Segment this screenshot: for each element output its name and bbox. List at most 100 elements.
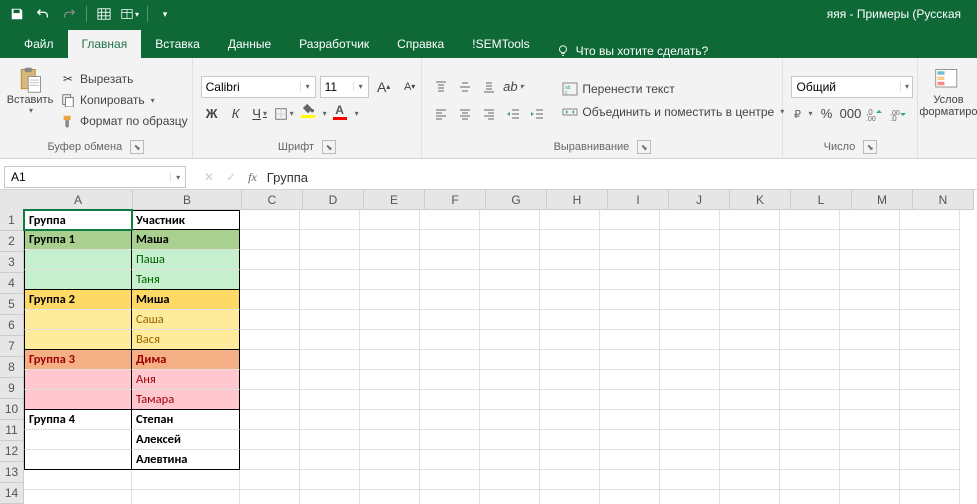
col-header-B[interactable]: B: [133, 190, 242, 210]
row-header-3[interactable]: 3: [0, 252, 24, 273]
cell-A11[interactable]: Группа 4: [24, 410, 132, 430]
cell-I12[interactable]: [600, 430, 660, 450]
cell-F7[interactable]: [420, 330, 480, 350]
cell-H4[interactable]: [540, 270, 600, 290]
cell-J10[interactable]: [660, 390, 720, 410]
cell-G9[interactable]: [480, 370, 540, 390]
cell-I14[interactable]: [600, 470, 660, 490]
row-header-14[interactable]: 14: [0, 483, 24, 504]
cell-G11[interactable]: [480, 410, 540, 430]
cell-E5[interactable]: [360, 290, 420, 310]
cell-C5[interactable]: [240, 290, 300, 310]
cell-H14[interactable]: [540, 470, 600, 490]
cell-D13[interactable]: [300, 450, 360, 470]
cell-L8[interactable]: [780, 350, 840, 370]
cell-H2[interactable]: [540, 230, 600, 250]
tab-файл[interactable]: Файл: [10, 30, 68, 58]
cell-K15[interactable]: [720, 490, 780, 504]
cell-H8[interactable]: [540, 350, 600, 370]
select-all-corner[interactable]: [0, 190, 25, 211]
cell-N1[interactable]: [900, 210, 960, 230]
font-size-combo[interactable]: ▾: [320, 76, 369, 98]
cell-D1[interactable]: [300, 210, 360, 230]
cell-K5[interactable]: [720, 290, 780, 310]
cell-I2[interactable]: [600, 230, 660, 250]
cell-C4[interactable]: [240, 270, 300, 290]
cell-G13[interactable]: [480, 450, 540, 470]
cell-M1[interactable]: [840, 210, 900, 230]
col-header-D[interactable]: D: [303, 190, 364, 210]
cell-A13[interactable]: [24, 450, 132, 470]
cell-J5[interactable]: [660, 290, 720, 310]
cell-I13[interactable]: [600, 450, 660, 470]
cell-D15[interactable]: [300, 490, 360, 504]
cell-N12[interactable]: [900, 430, 960, 450]
cell-N6[interactable]: [900, 310, 960, 330]
cell-J2[interactable]: [660, 230, 720, 250]
tab-!semtools[interactable]: !SEMTools: [458, 30, 543, 58]
cell-C2[interactable]: [240, 230, 300, 250]
cell-B10[interactable]: Тамара: [132, 390, 240, 410]
cell-E11[interactable]: [360, 410, 420, 430]
cell-I6[interactable]: [600, 310, 660, 330]
cell-N4[interactable]: [900, 270, 960, 290]
cell-M11[interactable]: [840, 410, 900, 430]
cell-A5[interactable]: Группа 2: [24, 290, 132, 310]
cell-F8[interactable]: [420, 350, 480, 370]
accounting-format-icon[interactable]: ₽▾: [791, 103, 813, 125]
col-header-M[interactable]: M: [852, 190, 913, 210]
cell-F4[interactable]: [420, 270, 480, 290]
cell-B9[interactable]: Аня: [132, 370, 240, 390]
cell-D12[interactable]: [300, 430, 360, 450]
cell-B15[interactable]: [132, 490, 240, 504]
cell-H3[interactable]: [540, 250, 600, 270]
row-header-4[interactable]: 4: [0, 273, 24, 294]
cell-K3[interactable]: [720, 250, 780, 270]
cell-G7[interactable]: [480, 330, 540, 350]
row-header-7[interactable]: 7: [0, 336, 24, 357]
cell-D10[interactable]: [300, 390, 360, 410]
cell-C11[interactable]: [240, 410, 300, 430]
cell-E9[interactable]: [360, 370, 420, 390]
cell-D11[interactable]: [300, 410, 360, 430]
cell-B1[interactable]: Участник: [132, 210, 240, 230]
cell-I9[interactable]: [600, 370, 660, 390]
cell-K9[interactable]: [720, 370, 780, 390]
orientation-icon[interactable]: ab▾: [502, 76, 524, 98]
cancel-formula-icon[interactable]: ✕: [204, 170, 214, 184]
copy-button[interactable]: Копировать▾: [58, 91, 190, 109]
cell-A15[interactable]: [24, 490, 132, 504]
font-color-button[interactable]: А: [329, 103, 351, 125]
cell-C12[interactable]: [240, 430, 300, 450]
row-header-2[interactable]: 2: [0, 231, 24, 252]
cell-E10[interactable]: [360, 390, 420, 410]
font-name-combo[interactable]: ▾: [201, 76, 316, 98]
cell-D4[interactable]: [300, 270, 360, 290]
wrap-text-button[interactable]: abcПеренести текст: [560, 80, 786, 98]
cell-N13[interactable]: [900, 450, 960, 470]
cell-M6[interactable]: [840, 310, 900, 330]
cell-N3[interactable]: [900, 250, 960, 270]
cell-E1[interactable]: [360, 210, 420, 230]
paste-button[interactable]: Вставить ▾: [8, 62, 52, 138]
cell-D2[interactable]: [300, 230, 360, 250]
cell-B5[interactable]: Миша: [132, 290, 240, 310]
cell-K6[interactable]: [720, 310, 780, 330]
cell-C3[interactable]: [240, 250, 300, 270]
cell-L14[interactable]: [780, 470, 840, 490]
format-painter-button[interactable]: Формат по образцу: [58, 112, 190, 130]
cell-G15[interactable]: [480, 490, 540, 504]
number-format-combo[interactable]: ▾: [791, 76, 913, 98]
cell-J1[interactable]: [660, 210, 720, 230]
cell-E3[interactable]: [360, 250, 420, 270]
cell-B14[interactable]: [132, 470, 240, 490]
tab-главная[interactable]: Главная: [68, 30, 142, 58]
tab-разработчик[interactable]: Разработчик: [285, 30, 383, 58]
dialog-launcher-icon[interactable]: ⬊: [637, 140, 651, 154]
cell-K12[interactable]: [720, 430, 780, 450]
row-header-10[interactable]: 10: [0, 399, 24, 420]
cell-G1[interactable]: [480, 210, 540, 230]
cell-L1[interactable]: [780, 210, 840, 230]
cell-C9[interactable]: [240, 370, 300, 390]
formula-input[interactable]: [257, 170, 977, 185]
